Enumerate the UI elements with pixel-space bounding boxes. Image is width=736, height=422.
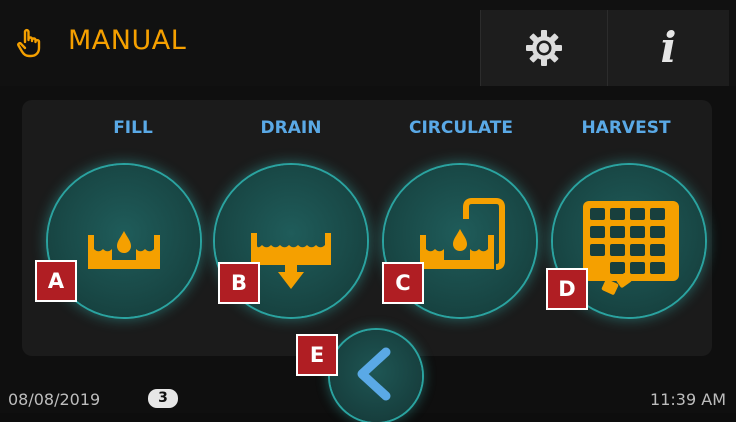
info-button[interactable]: i xyxy=(607,10,729,86)
page-title: MANUAL xyxy=(68,25,187,56)
settings-button[interactable] xyxy=(480,10,607,86)
fill-label: FILL xyxy=(113,118,153,138)
date-display: 08/08/2019 xyxy=(8,390,101,409)
marker-c: C xyxy=(382,262,424,304)
marker-d: D xyxy=(546,268,588,310)
screen: MANUAL i FILL DRAIN CIRCULATE HARVEST A … xyxy=(0,0,736,422)
gear-icon xyxy=(526,30,562,66)
marker-a: A xyxy=(35,260,77,302)
marker-e: E xyxy=(296,334,338,376)
harvest-label: HARVEST xyxy=(581,118,671,138)
header-bar: MANUAL i xyxy=(0,0,736,86)
marker-b: B xyxy=(218,262,260,304)
notification-badge[interactable]: 3 xyxy=(148,389,178,408)
back-button[interactable] xyxy=(330,330,422,422)
chevron-left-icon xyxy=(357,347,391,401)
circulate-label: CIRCULATE xyxy=(408,118,514,138)
info-icon: i xyxy=(660,23,677,72)
hand-pointer-icon xyxy=(17,28,41,58)
drain-label: DRAIN xyxy=(260,118,322,138)
time-display: 11:39 AM xyxy=(650,390,726,409)
